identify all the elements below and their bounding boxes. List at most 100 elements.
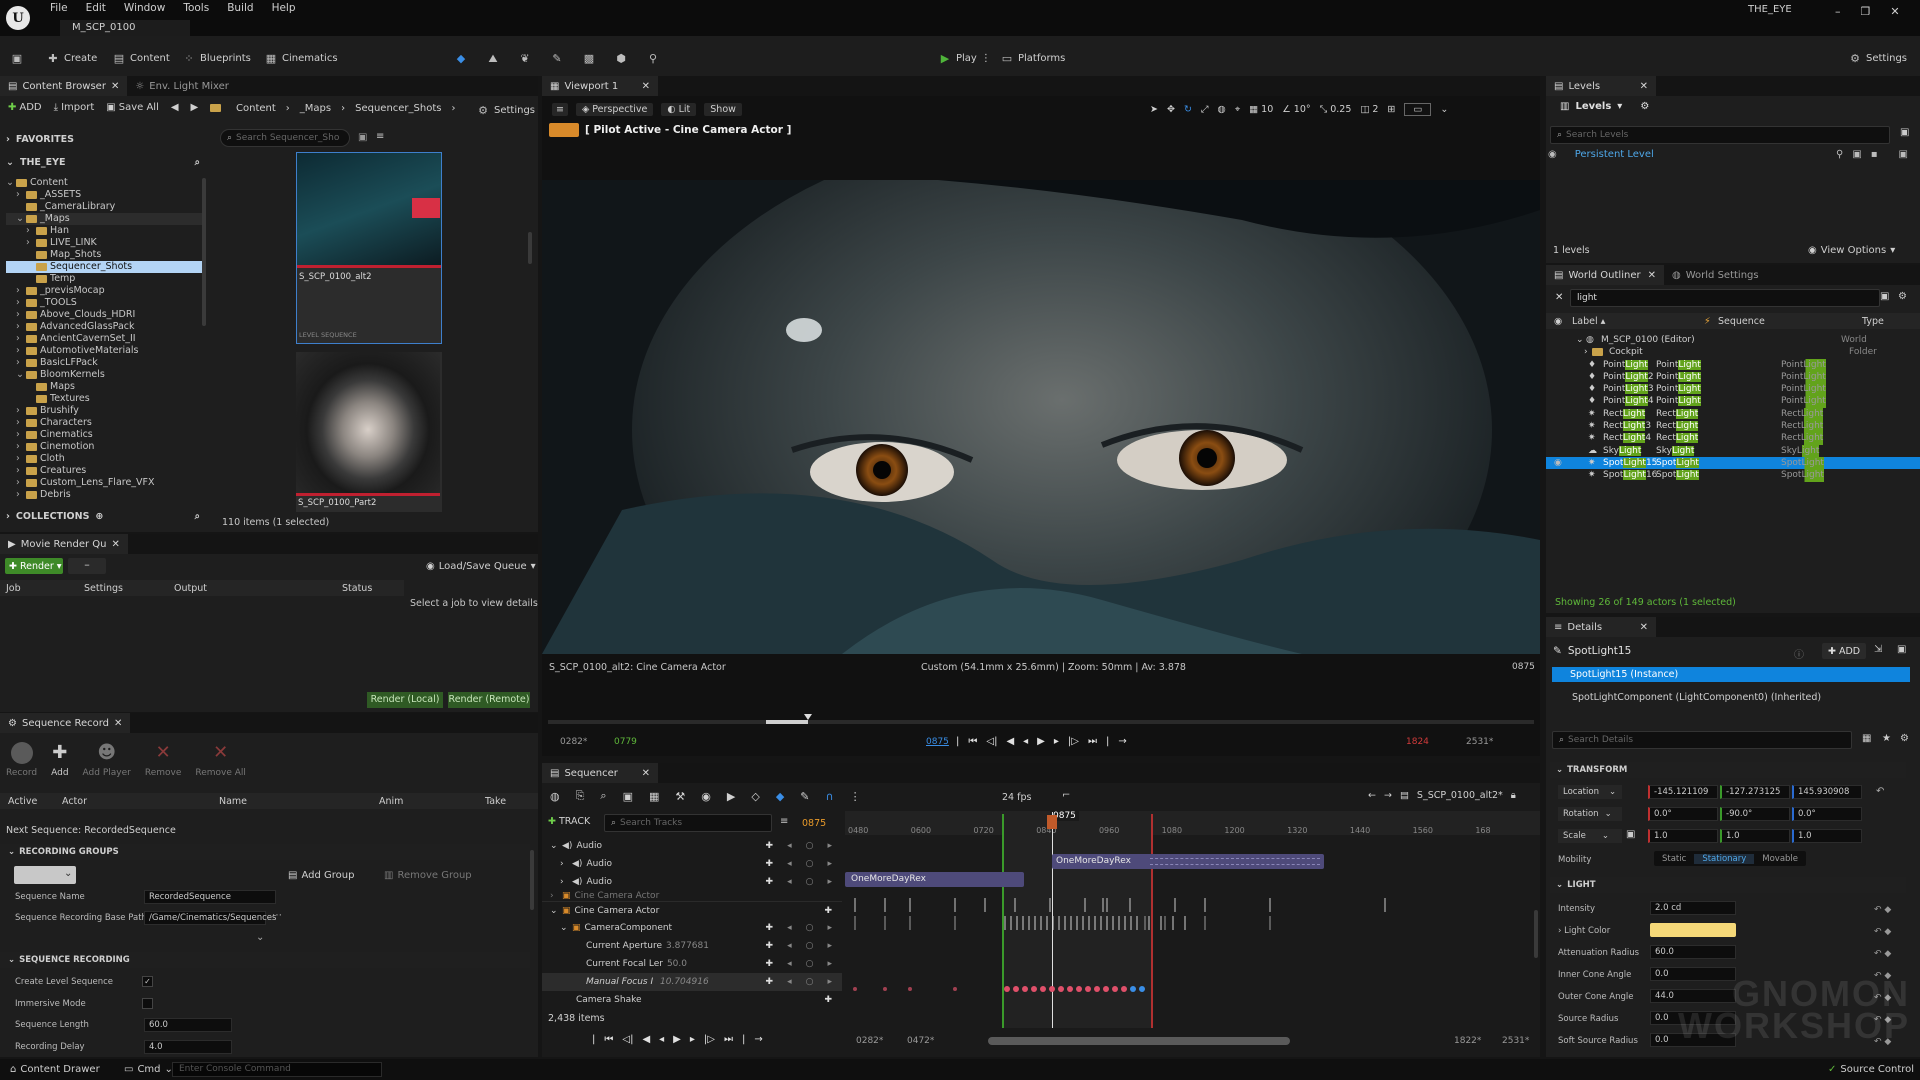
scale-icon[interactable]: ⤢ [1201, 104, 1209, 115]
tab-movie-render-queue[interactable]: ▶ Movie Render Qu ✕ [0, 534, 128, 554]
outliner-filter-input[interactable]: light [1570, 289, 1880, 307]
chevron-down-icon[interactable]: ⌄ [550, 906, 558, 916]
chevron-right-icon[interactable]: › [16, 285, 26, 297]
levels-tool-icon[interactable]: ⚙ [1640, 101, 1649, 112]
bottom-range-start[interactable]: 0282* [856, 1036, 883, 1046]
col-status[interactable]: Status [342, 583, 372, 594]
chevron-right-icon[interactable]: › [16, 489, 26, 501]
chevron-right-icon[interactable]: › [16, 357, 26, 369]
asset-tile[interactable]: S_SCP_0100_alt2 LEVEL SEQUENCE [296, 152, 442, 344]
menu-item-build[interactable]: Build [227, 2, 253, 14]
remove-job-button[interactable]: – [68, 558, 106, 574]
add-group-button[interactable]: ▤ Add Group [288, 870, 354, 881]
add-key-icon[interactable]: ○ [806, 941, 814, 951]
reverse-icon[interactable]: ◂ [659, 1034, 664, 1045]
rotation-x[interactable]: 0.0° [1648, 807, 1718, 821]
location-x[interactable]: -145.121109 [1648, 785, 1718, 799]
add-track-button[interactable]: ✚ TRACK [548, 816, 590, 827]
add-key-icon[interactable]: ○ [806, 841, 814, 851]
mobility-movable[interactable]: Movable [1754, 854, 1806, 864]
scale-dropdown[interactable]: Scale ⌄ [1558, 829, 1622, 843]
folder-item[interactable]: › Above_Clouds_HDRI [6, 309, 202, 321]
scale-lock-icon[interactable]: ▣ [1626, 829, 1635, 840]
audio-clip[interactable]: OneMoreDayRex [845, 872, 1024, 887]
menu-item-help[interactable]: Help [272, 2, 296, 14]
col-anim[interactable]: Anim [379, 796, 485, 807]
find-icon[interactable]: ⌕ [600, 789, 606, 803]
chevron-right-icon[interactable]: › [16, 429, 26, 441]
folder-item[interactable]: ⌄ _Maps [6, 213, 202, 225]
unreal-logo[interactable]: U [6, 6, 30, 30]
prev-key-icon[interactable]: ◂ [787, 859, 792, 869]
instance-row[interactable]: SpotLight15 (Instance) [1552, 667, 1910, 682]
light-header[interactable]: ⌄ LIGHT [1550, 877, 1906, 893]
folder-item[interactable]: ⌄ BloomKernels [6, 369, 202, 381]
folder-item[interactable]: › AdvancedGlassPack [6, 321, 202, 333]
play-icon[interactable]: ▶ [1037, 736, 1045, 747]
next-key-icon[interactable]: ▸ [827, 923, 832, 933]
outliner-row[interactable]: ☁ SkyLight SkyLight SkyLight [1546, 444, 1920, 457]
breadcrumb-maps[interactable]: _Maps [300, 103, 331, 114]
tab-sequence-recorder[interactable]: ⚙ Sequence Record ✕ [0, 713, 131, 733]
mesh-mode-icon[interactable]: ▩ [582, 51, 596, 65]
help-icon[interactable]: ⓘ [1794, 646, 1804, 661]
perspective-button[interactable]: ◈ Perspective [575, 103, 654, 116]
sequence-length-field[interactable]: 60.0 [144, 1018, 232, 1032]
asset-tile[interactable]: S_SCP_0100_Part2 [296, 352, 442, 512]
sequencer-current-frame[interactable]: 0875 [802, 818, 826, 829]
close-icon[interactable]: ✕ [114, 718, 122, 729]
col-sequence[interactable]: Sequence [1718, 316, 1862, 327]
add-key-icon[interactable]: ○ [806, 923, 814, 933]
chevron-right-icon[interactable]: › [560, 859, 568, 869]
close-icon[interactable]: ✕ [1640, 81, 1648, 92]
transform-header[interactable]: ⌄ TRANSFORM [1550, 762, 1906, 778]
sequence-name-field[interactable]: RecordedSequence [144, 890, 276, 904]
menu-item-edit[interactable]: Edit [86, 2, 106, 14]
rotation-y[interactable]: -90.0° [1720, 807, 1790, 821]
step-forward-icon[interactable]: ▸ [690, 1034, 695, 1045]
import-button[interactable]: ⤓ Import [54, 102, 95, 113]
save-all-button[interactable]: ▣ Save All [106, 102, 159, 113]
outliner-row[interactable]: ✷ RectLight4 RectLight RectLight [1546, 432, 1920, 445]
next-key-icon[interactable]: |▷ [704, 1034, 715, 1045]
col-active[interactable]: Active [0, 796, 62, 807]
add-key-icon[interactable]: ○ [806, 859, 814, 869]
play-button[interactable]: ▶ Play ⋮ [938, 51, 991, 65]
skip-start-icon[interactable]: ⏮ [968, 736, 977, 747]
loop-start-icon[interactable]: | [956, 736, 959, 747]
visibility-icon[interactable]: ◉ [1546, 457, 1588, 469]
fps-selector[interactable]: 24 fps [1002, 792, 1031, 803]
create-button[interactable]: ✚ Create [46, 51, 97, 65]
immersive-checkbox[interactable] [142, 998, 153, 1009]
current-frame[interactable]: 0875 [926, 737, 956, 747]
prev-key-icon[interactable]: ◁| [986, 736, 997, 747]
prev-key-icon[interactable]: ◂ [787, 923, 792, 933]
focus-keyframe[interactable] [1058, 986, 1064, 992]
record-arrow-icon[interactable]: → [754, 1034, 762, 1045]
levels-dropdown[interactable]: ▥ Levels ▾ ⚙ [1560, 101, 1649, 112]
focus-keyframe[interactable] [1031, 986, 1037, 992]
save-icon[interactable]: ▣ [1899, 149, 1908, 160]
visibility-icon[interactable]: ◉ [1548, 149, 1557, 160]
mobility-static[interactable]: Static [1654, 854, 1694, 864]
actor-name[interactable]: SpotLight15 [1568, 645, 1631, 657]
key-settings-icon[interactable]: ⚒ [675, 790, 685, 803]
plus-icon[interactable]: ✚ [766, 841, 774, 851]
col-label[interactable]: Label ▴ [1572, 316, 1704, 327]
focus-keyframe[interactable] [1112, 986, 1118, 992]
surface-snap-icon[interactable]: ⌖ [1235, 104, 1240, 115]
reset-icon[interactable]: ↶ [1876, 786, 1884, 797]
prev-key-icon[interactable]: ◂ [787, 959, 792, 969]
select-tool-icon[interactable]: ➤ [1150, 104, 1158, 115]
recording-groups-header[interactable]: ⌄ RECORDING GROUPS [0, 844, 530, 860]
track-value[interactable]: 3.877681 [666, 941, 709, 951]
focus-keyframe[interactable] [1085, 986, 1091, 992]
select-mode-icon[interactable]: ◆ [454, 51, 468, 65]
world-icon[interactable]: ◍ [1218, 104, 1226, 115]
tab-world-settings[interactable]: ◍ World Settings [1664, 265, 1767, 285]
close-icon[interactable]: ✕ [642, 81, 650, 92]
track-row[interactable]: ⌄ ▣ CameraComponent ✚ ◂ ○ ▸ [542, 919, 842, 937]
add-key-icon[interactable]: ○ [806, 977, 814, 987]
breadcrumb-content[interactable]: Content [236, 103, 276, 114]
favorites-header[interactable]: › FAVORITES [6, 134, 74, 145]
